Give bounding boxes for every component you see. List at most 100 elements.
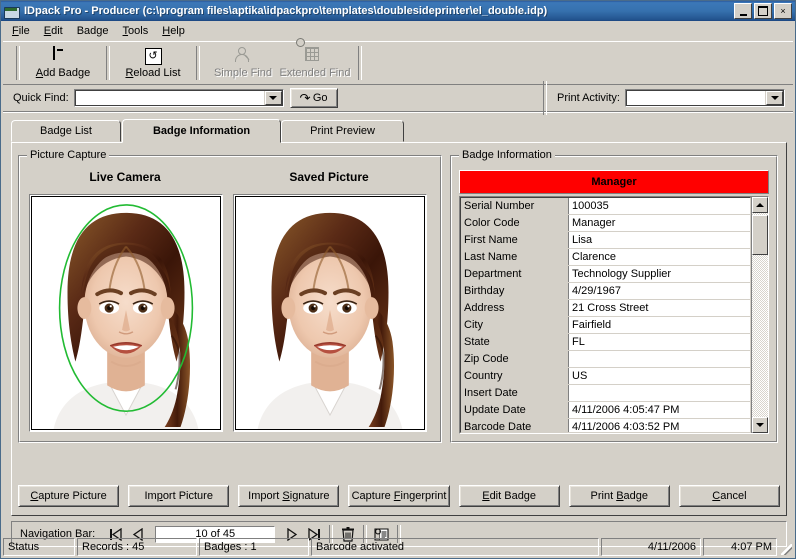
- go-button[interactable]: ↷ Go: [290, 88, 338, 108]
- add-badge-button[interactable]: Add Badge: [27, 44, 99, 82]
- print-activity-input[interactable]: [626, 90, 766, 106]
- status-cell-badges: Badges : 1: [199, 538, 309, 556]
- table-row[interactable]: Zip Code: [461, 351, 750, 368]
- status-cell-date: 4/11/2006: [601, 538, 701, 556]
- table-row[interactable]: Serial Number 100035: [461, 198, 750, 215]
- table-row[interactable]: First Name Lisa: [461, 232, 750, 249]
- import-signature-button[interactable]: Import Signature: [238, 485, 339, 507]
- simple-find-button[interactable]: Simple Find: [207, 44, 279, 82]
- field-value[interactable]: Clarence: [569, 249, 751, 266]
- field-value[interactable]: 4/11/2006 4:05:47 PM: [569, 402, 751, 419]
- minimize-button[interactable]: [734, 3, 752, 19]
- tab-strip: Badge List Badge Information Print Previ…: [11, 118, 787, 142]
- field-value[interactable]: US: [569, 368, 751, 385]
- print-activity-dropdown-arrow[interactable]: [766, 91, 783, 105]
- live-camera-frame[interactable]: [29, 194, 223, 432]
- scrollbar-thumb[interactable]: [752, 215, 768, 255]
- table-row[interactable]: Department Technology Supplier: [461, 266, 750, 283]
- quick-find-input[interactable]: [75, 90, 265, 106]
- tab-badge-information[interactable]: Badge Information: [122, 119, 281, 143]
- tab-print-preview[interactable]: Print Preview: [281, 120, 404, 142]
- table-row[interactable]: Color Code Manager: [461, 215, 750, 232]
- menu-item-help[interactable]: Help: [155, 23, 192, 39]
- action-buttons-row: Capture Picture Import Picture Import Si…: [18, 485, 780, 507]
- close-button[interactable]: ×: [774, 3, 792, 19]
- window-title: IDpack Pro - Producer (c:\program files\…: [24, 5, 734, 17]
- edit-badge-label: Edit Badge: [482, 490, 536, 502]
- field-value[interactable]: Technology Supplier: [569, 266, 751, 283]
- field-value[interactable]: Lisa: [569, 232, 751, 249]
- capture-fingerprint-label: Capture Fingerprint: [352, 490, 447, 502]
- live-camera-heading: Live Camera: [27, 170, 223, 184]
- table-row[interactable]: Address 21 Cross Street: [461, 300, 750, 317]
- field-value[interactable]: Fairfield: [569, 317, 751, 334]
- capture-fingerprint-button[interactable]: Capture Fingerprint: [348, 485, 449, 507]
- idcard-icon: [4, 4, 20, 18]
- table-row[interactable]: City Fairfield: [461, 317, 750, 334]
- toolbar-container: Add Badge ↺ Reload List Simple Find Exte…: [3, 41, 793, 112]
- extended-find-button[interactable]: Extended Find: [279, 44, 351, 82]
- tab-badge-list-label: Badge List: [40, 125, 92, 137]
- table-row[interactable]: Last Name Clarence: [461, 249, 750, 266]
- scroll-down-button[interactable]: [752, 417, 768, 433]
- menu-item-edit[interactable]: Edit: [37, 23, 70, 39]
- field-name: Color Code: [461, 215, 569, 232]
- field-value[interactable]: [569, 351, 751, 368]
- quick-find-bar: Quick Find: ↷ Go Print Activity:: [3, 85, 793, 112]
- import-picture-button[interactable]: Import Picture: [128, 485, 229, 507]
- table-row[interactable]: Insert Date: [461, 385, 750, 402]
- saved-picture-frame[interactable]: [233, 194, 427, 432]
- field-value[interactable]: Manager: [569, 215, 751, 232]
- cancel-label: Cancel: [712, 490, 746, 502]
- status-cell-time: 4:07 PM: [703, 538, 777, 556]
- toolbar-separator: [16, 46, 20, 80]
- add-badge-label: Add Badge: [36, 67, 90, 79]
- live-camera-image: [31, 196, 221, 430]
- status-cell-records: Records : 45: [77, 538, 197, 556]
- table-row[interactable]: Country US: [461, 368, 750, 385]
- maximize-button[interactable]: [754, 3, 772, 19]
- print-badge-button[interactable]: Print Badge: [569, 485, 670, 507]
- quick-find-dropdown-arrow[interactable]: [265, 91, 282, 105]
- field-name: Update Date: [461, 402, 569, 419]
- field-value[interactable]: [569, 385, 751, 402]
- table-row[interactable]: Birthday 4/29/1967: [461, 283, 750, 300]
- field-name: State: [461, 334, 569, 351]
- arrow-go-icon: ↷: [299, 92, 310, 104]
- field-value[interactable]: 100035: [569, 198, 751, 215]
- capture-picture-button[interactable]: Capture Picture: [18, 485, 119, 507]
- cancel-button[interactable]: Cancel: [679, 485, 780, 507]
- menu-item-tools[interactable]: Tools: [116, 23, 156, 39]
- menu-item-badge[interactable]: Badge: [70, 23, 116, 39]
- edit-badge-button[interactable]: Edit Badge: [459, 485, 560, 507]
- print-activity-combo[interactable]: [625, 89, 785, 107]
- field-value[interactable]: 21 Cross Street: [569, 300, 751, 317]
- menu-item-file[interactable]: File: [5, 23, 37, 39]
- refresh-icon: ↺: [143, 47, 163, 65]
- reload-list-button[interactable]: ↺ Reload List: [117, 44, 189, 82]
- tab-badge-list[interactable]: Badge List: [11, 120, 121, 142]
- toolbar-separator: [196, 46, 200, 80]
- title-bar: IDpack Pro - Producer (c:\program files\…: [1, 1, 795, 21]
- table-row[interactable]: Barcode Date 4/11/2006 4:03:52 PM: [461, 419, 750, 434]
- print-activity-area: Print Activity:: [536, 81, 793, 115]
- field-name: Barcode Date: [461, 419, 569, 434]
- field-value[interactable]: 4/11/2006 4:03:52 PM: [569, 419, 751, 434]
- scrollbar-track[interactable]: [752, 213, 768, 417]
- go-label: Go: [313, 92, 328, 104]
- field-name: Zip Code: [461, 351, 569, 368]
- badge-information-group: Badge Information Manager Serial Number …: [450, 155, 778, 443]
- saved-picture-image: [235, 196, 425, 430]
- badge-fields-scrollbar[interactable]: [751, 197, 768, 433]
- field-value[interactable]: 4/29/1967: [569, 283, 751, 300]
- quick-find-combo[interactable]: [74, 89, 284, 107]
- table-row[interactable]: Update Date 4/11/2006 4:05:47 PM: [461, 402, 750, 419]
- table-row[interactable]: State FL: [461, 334, 750, 351]
- resize-grip[interactable]: [779, 538, 793, 556]
- scroll-up-button[interactable]: [752, 197, 768, 213]
- field-value[interactable]: FL: [569, 334, 751, 351]
- field-name: First Name: [461, 232, 569, 249]
- picture-capture-title: Picture Capture: [27, 149, 109, 161]
- status-cell-message: Barcode activated: [311, 538, 599, 556]
- field-name: Address: [461, 300, 569, 317]
